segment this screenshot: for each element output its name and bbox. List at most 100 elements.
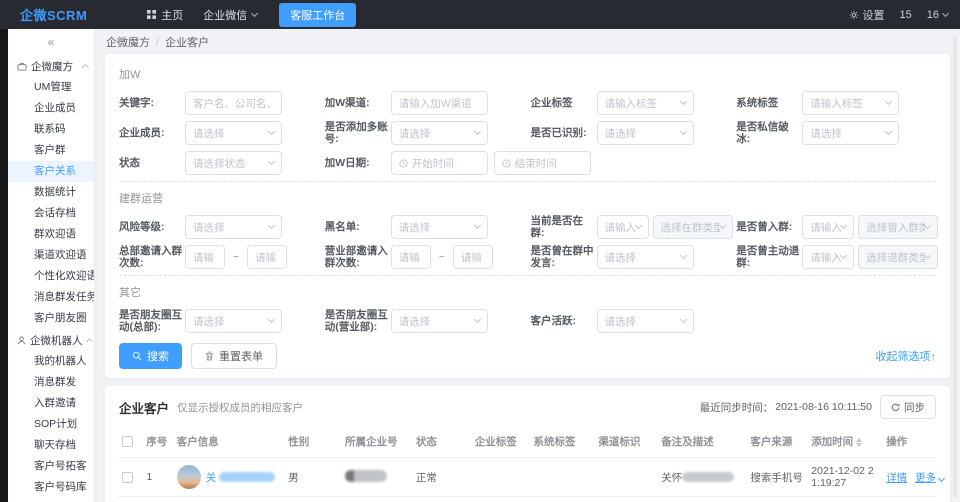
sidebar-item-customer-moments[interactable]: 客户朋友圈 (8, 308, 94, 329)
cell-customer-info: 关 (174, 458, 286, 497)
workbench-button[interactable]: 客服工作台 (279, 3, 356, 27)
sidebar-item-my-robot[interactable]: 我的机器人 (8, 351, 94, 372)
status-select[interactable]: 请选择状态 (185, 151, 282, 175)
moments-branch-select[interactable]: 请选择 (391, 309, 488, 333)
sidebar-item-sop-plan[interactable]: SOP计划 (8, 414, 94, 435)
col-channel-mark: 渠道标识 (595, 426, 658, 458)
chevron-down-icon (924, 222, 931, 229)
end-date-input[interactable]: 结束时间 (494, 151, 591, 175)
user-menu[interactable]: 16 (927, 9, 948, 21)
in-group-select[interactable]: 请输入 (597, 215, 649, 239)
sidebar-item-customer-relations[interactable]: 客户关系 (8, 161, 94, 182)
ever-group-type-select[interactable]: 选择曾入群类型 (858, 215, 938, 239)
spoke-select[interactable]: 请选择 (597, 245, 694, 269)
filter-field-keyword: 关键字: 客户名、公司名、备注 (119, 91, 319, 115)
col-added-time[interactable]: 添加时间 (808, 426, 883, 458)
settings-button[interactable]: 设置 (849, 7, 885, 23)
quit-group-select[interactable]: 请输入 (802, 245, 854, 269)
sidebar-item-chat-archive[interactable]: 聊天存档 (8, 435, 94, 456)
cell-source: 搜索手机号 (747, 458, 808, 497)
keyword-input[interactable]: 客户名、公司名、备注 (185, 91, 282, 115)
collapse-filters-link[interactable]: 收起筛选项↑ (876, 348, 937, 364)
sidebar-item-group-invite[interactable]: 入群邀请 (8, 393, 94, 414)
col-remark: 备注及描述 (658, 426, 747, 458)
identified-select[interactable]: 请选择 (597, 121, 694, 145)
sidebar-item-mass-message-task[interactable]: 消息群发任务 (8, 287, 94, 308)
reset-form-button[interactable]: 重置表单 (191, 343, 277, 369)
chevron-down-icon (474, 128, 481, 135)
filter-field-corp-tag: 企业标签 请输入标签 (531, 91, 731, 115)
moments-hq-select[interactable]: 请选择 (185, 309, 282, 333)
nav-home[interactable]: 主页 (147, 7, 183, 23)
chevron-down-icon (885, 98, 892, 105)
select-all-checkbox[interactable] (122, 436, 133, 447)
channel-input[interactable]: 请输入加W渠道 (391, 91, 488, 115)
sidebar-group-wecom-robot[interactable]: 企微机器人 (8, 329, 94, 351)
field-label: 加W日期: (325, 157, 391, 169)
row-checkbox[interactable] (122, 472, 133, 483)
icebreak-select[interactable]: 请选择 (802, 121, 899, 145)
filter-field-risk: 风险等级: 请选择 (119, 215, 319, 239)
scrollbar[interactable] (953, 37, 957, 497)
sidebar-item-contact-code[interactable]: 联系码 (8, 119, 94, 140)
customer-active-select[interactable]: 请选择 (597, 309, 694, 333)
sidebar-item-um-management[interactable]: UM管理 (8, 77, 94, 98)
grid-icon (147, 10, 156, 19)
sort-icon[interactable] (856, 438, 862, 447)
field-label: 是否添加多账号: (325, 121, 391, 145)
field-label: 是否朋友圈互动(总部): (119, 309, 185, 333)
more-link[interactable]: 更多 (915, 472, 936, 484)
section-title-add-w: 加W (119, 66, 936, 82)
nav-wecom[interactable]: 企业微信 (203, 7, 257, 23)
member-select[interactable]: 请选择 (185, 121, 282, 145)
breadcrumb: 企微魔方 / 企业客户 (95, 29, 960, 54)
branch-invites-max-input[interactable]: 请输 (453, 245, 493, 269)
sidebar-item-company-members[interactable]: 企业成员 (8, 98, 94, 119)
sys-tag-select[interactable]: 请输入标签 (802, 91, 899, 115)
notification-badge[interactable]: 15 (900, 9, 912, 21)
sync-button[interactable]: 同步 (880, 395, 936, 419)
breadcrumb-separator: / (156, 36, 159, 48)
hq-invites-max-input[interactable]: 请输 (247, 245, 287, 269)
start-date-input[interactable]: 开始时间 (391, 151, 488, 175)
sidebar-item-session-archive[interactable]: 会话存档 (8, 203, 94, 224)
trash-icon (205, 351, 214, 361)
sidebar-item-channel-welcome[interactable]: 渠道欢迎语 (8, 245, 94, 266)
sidebar-item-customer-groups[interactable]: 客户群 (8, 140, 94, 161)
filter-field-hq-invites: 总部邀请入群次数: 请输 ~ 请输 (119, 245, 319, 269)
table-header-row: 序号 客户信息 性别 所属企业号 状态 企业标签 系统标签 渠道标识 备注及描述… (119, 426, 936, 458)
sidebar-item-data-statistics[interactable]: 数据统计 (8, 182, 94, 203)
search-icon (132, 351, 142, 361)
branch-invites-min-input[interactable]: 请输 (391, 245, 431, 269)
range-tilde: ~ (439, 251, 445, 263)
avatar (177, 465, 201, 489)
filter-field-status: 状态 请选择状态 (119, 151, 319, 175)
sidebar-group-wecom-cube[interactable]: 企微魔方 (8, 55, 94, 77)
corp-tag-select[interactable]: 请输入标签 (597, 91, 694, 115)
sidebar-item-mass-message[interactable]: 消息群发 (8, 372, 94, 393)
field-label: 风险等级: (119, 221, 185, 233)
search-button[interactable]: 搜索 (119, 343, 182, 369)
cell-status: 正常 (413, 458, 472, 497)
quit-group-type-select[interactable]: 选择退群类型 (858, 245, 938, 269)
sidebar-collapse-button[interactable]: « (8, 29, 94, 55)
sidebar-item-personalized-welcome[interactable]: 个性化欢迎语 (8, 266, 94, 287)
clock-icon (399, 159, 408, 168)
risk-select[interactable]: 请选择 (185, 215, 282, 239)
field-label: 黑名单: (325, 221, 391, 233)
customer-name-link[interactable]: 关 (206, 470, 275, 485)
chevron-down-icon (840, 252, 847, 259)
detail-link[interactable]: 详情 (886, 472, 907, 484)
ever-group-select[interactable]: 请输入 (802, 215, 854, 239)
sidebar-item-account-prospecting[interactable]: 客户号拓客 (8, 456, 94, 477)
blacklist-select[interactable]: 请选择 (391, 215, 488, 239)
hq-invites-min-input[interactable]: 请输 (185, 245, 225, 269)
in-group-type-select[interactable]: 选择在群类型 (653, 215, 733, 239)
sidebar-item-group-welcome[interactable]: 群欢迎语 (8, 224, 94, 245)
redacted-remark (682, 472, 734, 482)
breadcrumb-parent[interactable]: 企微魔方 (106, 34, 150, 50)
last-sync-time: 2021-08-16 10:11:50 (775, 401, 872, 413)
sidebar-item-account-number-pool[interactable]: 客户号码库 (8, 477, 94, 498)
cell-remark: 关怀 (658, 458, 747, 497)
multi-account-select[interactable]: 请选择 (391, 121, 488, 145)
